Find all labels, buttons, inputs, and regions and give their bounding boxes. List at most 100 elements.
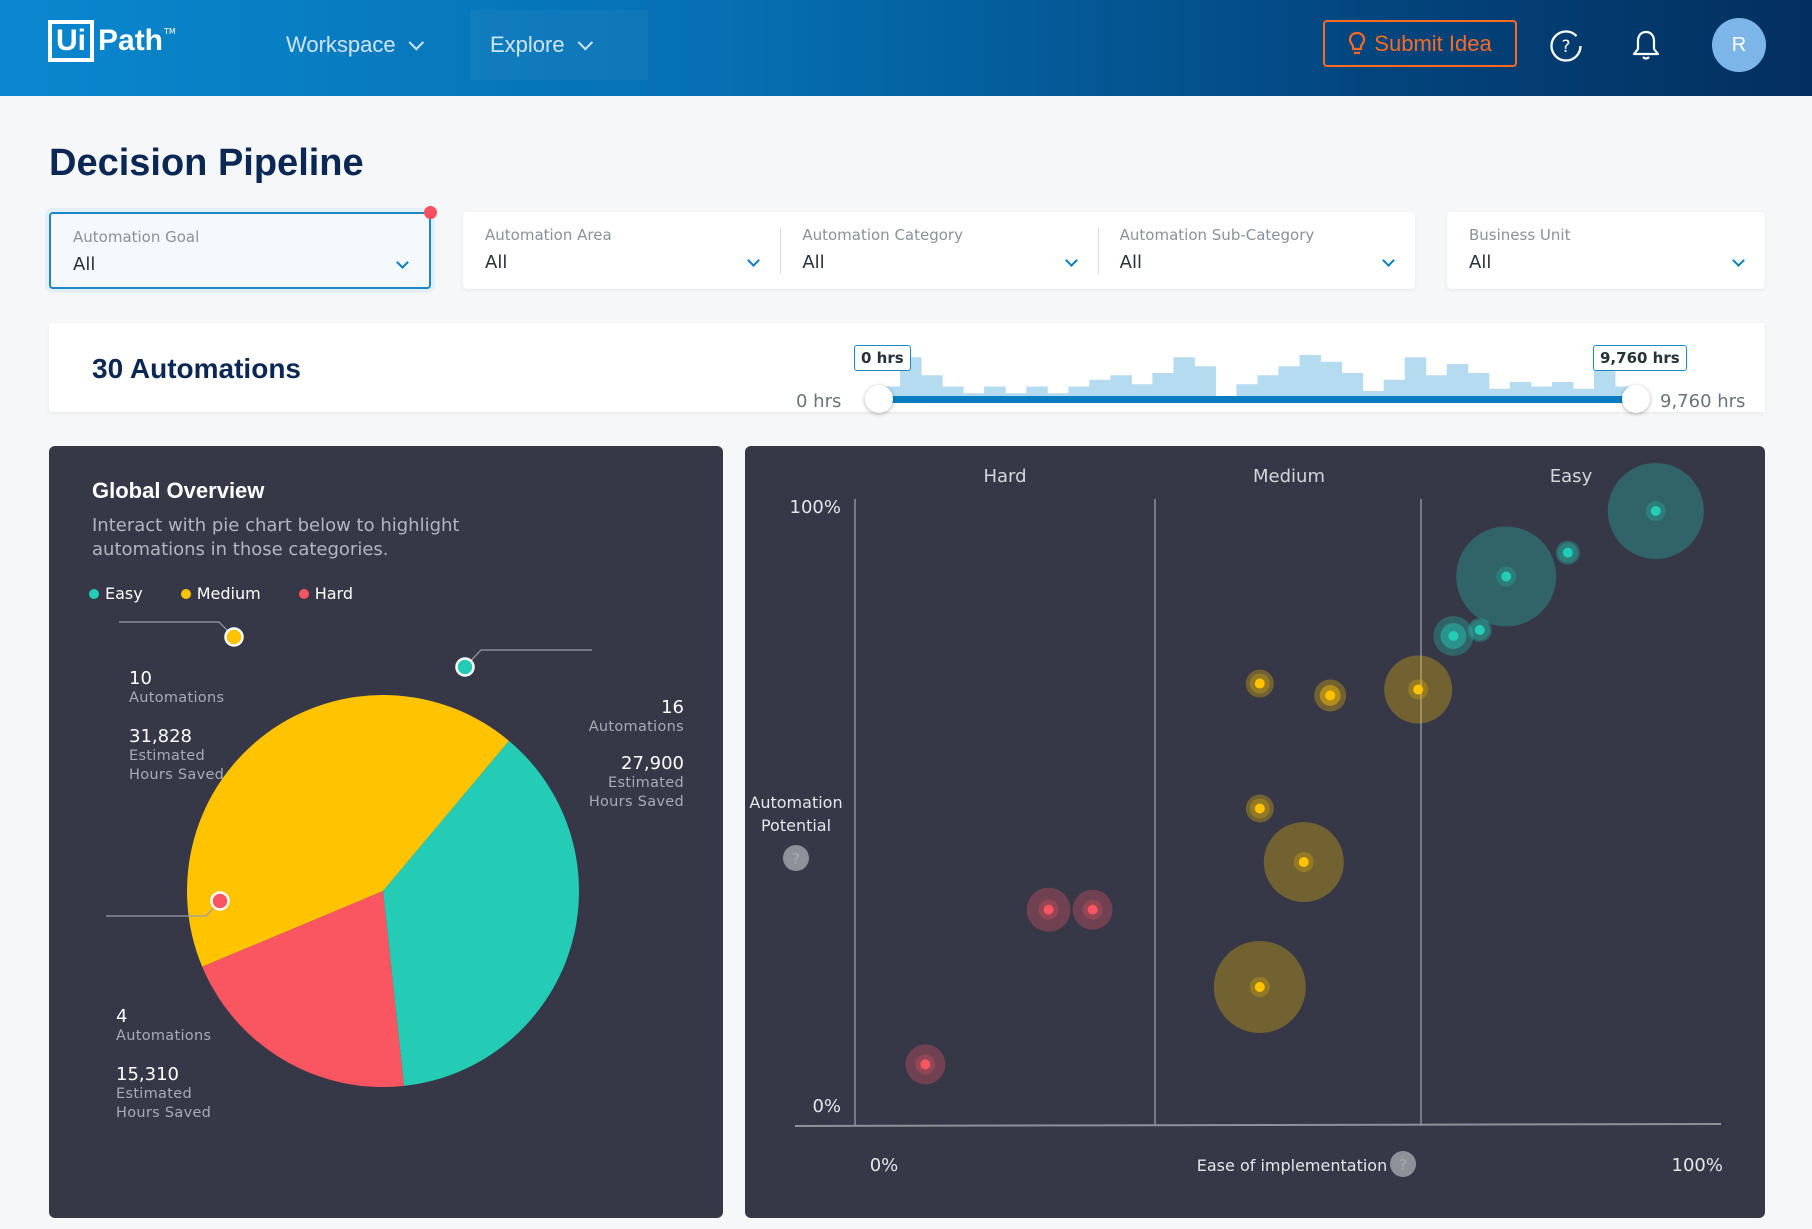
help-circle-icon: ? — [1550, 30, 1582, 62]
svg-text:?: ? — [1561, 37, 1570, 57]
automations-summary-bar: 30 Automations 0 hrs 9,760 hrs 0 hrs 9,7… — [49, 323, 1765, 413]
bubble-chart[interactable]: Hard Medium Easy 100% 0% 0% 100% Automat… — [745, 446, 1765, 1218]
range-min-label: 0 hrs — [796, 391, 842, 412]
filter-automation-category[interactable]: Automation Category All — [780, 212, 1097, 289]
submit-idea-label: Submit Idea — [1374, 30, 1492, 56]
callout-count: 4 — [116, 1006, 128, 1027]
bubble-center-point — [1254, 982, 1265, 992]
callout-hard-hours: 15,310 Estimated Hours Saved — [116, 1064, 211, 1123]
pie-slice-marker-medium[interactable] — [224, 627, 244, 647]
y-axis-help-icon[interactable]: ? — [783, 845, 809, 871]
bubble-center-point — [1474, 625, 1485, 635]
filter-value: All — [73, 254, 96, 275]
bubble-easy[interactable] — [1433, 615, 1474, 656]
callout-count-label: Automations — [129, 690, 225, 706]
callout-hours: 27,900 — [621, 753, 684, 774]
bubble-center-point — [1501, 571, 1512, 582]
callout-hours-label: Hours Saved — [129, 767, 225, 783]
filter-label: Automation Sub-Category — [1119, 226, 1315, 244]
bubble-easy[interactable] — [1555, 540, 1580, 565]
callout-hours-label: Hours Saved — [116, 1105, 212, 1121]
bubble-chart-panel: Hard Medium Easy 100% 0% 0% 100% Automat… — [745, 446, 1765, 1218]
filter-value: All — [802, 252, 825, 273]
range-slider-max-handle[interactable] — [1622, 385, 1650, 413]
pie-slice-marker-hard[interactable] — [210, 891, 230, 911]
notifications-button[interactable] — [1618, 18, 1674, 74]
bubble-medium[interactable] — [1314, 679, 1347, 712]
bubble-center-point — [1650, 506, 1661, 516]
bubble-medium[interactable] — [1384, 655, 1453, 724]
pie-slice-marker-easy[interactable] — [455, 657, 475, 677]
callout-count-label: Automations — [588, 719, 684, 735]
histogram-bar — [1299, 355, 1322, 400]
filter-automation-goal[interactable]: Automation Goal All — [51, 214, 429, 287]
bubble-medium[interactable] — [1245, 669, 1274, 698]
bubble-medium[interactable] — [1245, 794, 1274, 823]
zone-label-medium: Medium — [1253, 466, 1325, 487]
submit-idea-button[interactable]: Submit Idea — [1323, 20, 1517, 67]
filter-automation-sub-category[interactable]: Automation Sub-Category All — [1097, 212, 1415, 289]
range-slider-min-handle[interactable] — [865, 385, 893, 413]
filter-value: All — [1119, 252, 1142, 273]
bubble-hard[interactable] — [905, 1044, 946, 1085]
callout-hours-label: Hours Saved — [588, 794, 684, 810]
active-filter-indicator — [424, 206, 437, 219]
x-tick-100: 100% — [1672, 1155, 1723, 1176]
range-max-label: 9,760 hrs — [1660, 391, 1746, 412]
callout-hours-label: Estimated — [608, 775, 684, 791]
x-axis-help-icon[interactable]: ? — [1390, 1151, 1416, 1177]
filter-label: Business Unit — [1469, 226, 1571, 244]
histogram-bar — [1404, 357, 1427, 400]
y-axis-label-line2: Potential — [761, 816, 831, 835]
help-glyph: ? — [792, 850, 800, 868]
callout-easy-hours: 27,900 Estimated Hours Saved — [589, 753, 684, 812]
bubble-hard[interactable] — [1026, 887, 1071, 932]
range-min-tooltip: 0 hrs — [854, 345, 911, 371]
filter-group-card: Automation Area All Automation Category … — [463, 212, 1415, 289]
filter-business-unit[interactable]: Business Unit All — [1447, 212, 1765, 289]
range-slider-track[interactable] — [879, 396, 1636, 403]
filter-label: Automation Area — [485, 226, 612, 244]
uipath-logo[interactable]: Ui Path TM — [48, 20, 176, 62]
callout-hours: 31,828 — [129, 726, 192, 747]
bubble-center-point — [1562, 547, 1573, 558]
bubble-medium[interactable] — [1263, 822, 1344, 903]
nav-explore[interactable]: Explore — [470, 10, 648, 80]
callout-leader-line — [119, 621, 235, 638]
callout-medium: 10 Automations — [129, 668, 224, 708]
user-avatar[interactable]: R — [1712, 18, 1766, 72]
filter-label: Automation Category — [802, 226, 963, 244]
range-max-tooltip: 9,760 hrs — [1593, 345, 1687, 371]
zone-label-hard: Hard — [983, 466, 1026, 487]
histogram-bar — [1173, 357, 1195, 400]
bubble-easy[interactable] — [1456, 526, 1557, 627]
callout-count-label: Automations — [116, 1028, 212, 1044]
histogram-bar — [1194, 366, 1216, 400]
callout-hours: 15,310 — [116, 1064, 179, 1085]
nav-explore-label: Explore — [490, 32, 565, 57]
help-glyph: ? — [1399, 1156, 1407, 1174]
filter-automation-area[interactable]: Automation Area All — [463, 212, 780, 289]
filter-value: All — [485, 252, 508, 273]
callout-medium-hours: 31,828 Estimated Hours Saved — [129, 726, 224, 785]
global-overview-panel: Global Overview Interact with pie chart … — [49, 446, 723, 1218]
nav-workspace-label: Workspace — [286, 32, 396, 57]
bubble-easy[interactable] — [1607, 463, 1704, 559]
nav-workspace[interactable]: Workspace — [266, 10, 439, 80]
logo-text: Path — [98, 24, 164, 57]
lightbulb-icon — [1349, 31, 1366, 54]
filter-automation-goal-card: Automation Goal All — [49, 206, 437, 289]
bubble-center-point — [1448, 630, 1459, 641]
page-title: Decision Pipeline — [49, 142, 364, 184]
bubble-medium[interactable] — [1213, 941, 1306, 1033]
histogram-bar — [1446, 364, 1469, 400]
filter-label: Automation Goal — [73, 228, 200, 246]
histogram-bar — [1320, 361, 1343, 400]
bubble-hard[interactable] — [1072, 889, 1113, 930]
callout-hours-label: Estimated — [116, 1086, 192, 1102]
callout-hard: 4 Automations — [116, 1006, 211, 1046]
top-navigation-bar: Ui Path TM Workspace Explore Submit Idea… — [0, 0, 1812, 96]
help-button[interactable]: ? — [1538, 18, 1594, 74]
logo-box: Ui — [48, 20, 94, 62]
bubble-center-point — [1254, 678, 1265, 689]
